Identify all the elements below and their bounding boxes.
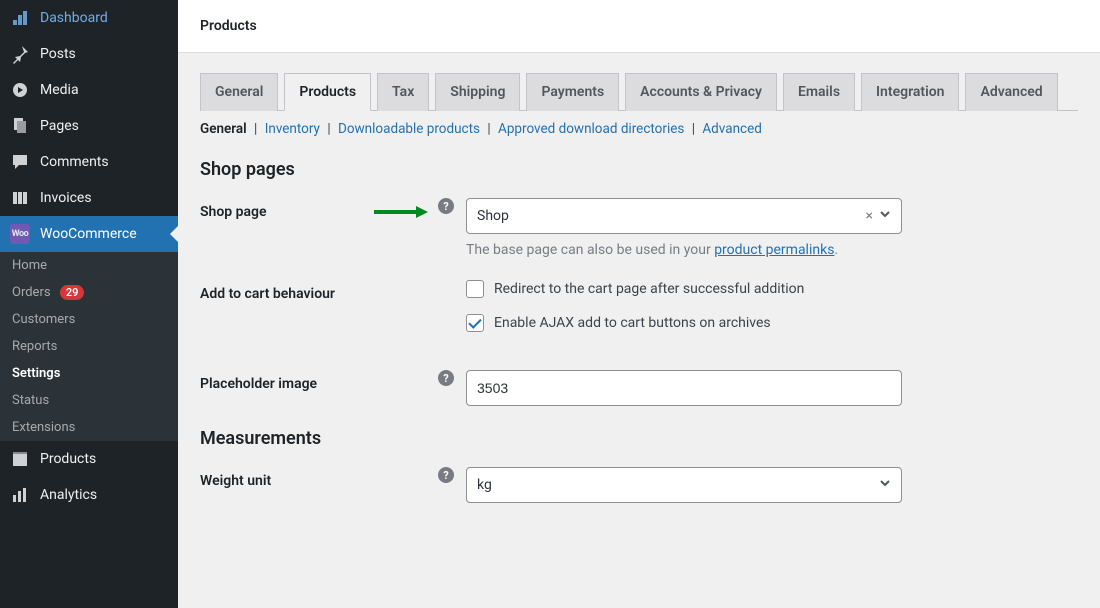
invoice-icon — [10, 188, 30, 208]
sidebar-item-products[interactable]: Products — [0, 441, 178, 477]
sidebar-label: Pages — [40, 118, 79, 134]
sidebar-label: Analytics — [40, 487, 97, 503]
shop-page-hint: The base page can also be used in your p… — [466, 242, 1078, 258]
sidebar-label: Products — [40, 451, 96, 467]
tab-accounts-privacy[interactable]: Accounts & Privacy — [625, 73, 777, 111]
checkbox-ajax-add-to-cart[interactable] — [466, 314, 484, 332]
sidebar-sub-home[interactable]: Home — [0, 252, 178, 279]
sidebar-label: Invoices — [40, 190, 92, 206]
help-icon[interactable]: ? — [438, 467, 454, 483]
label-placeholder-image: Placeholder image — [200, 370, 438, 392]
tab-shipping[interactable]: Shipping — [435, 73, 520, 111]
arrow-callout — [372, 204, 432, 220]
label-add-to-cart: Add to cart behaviour — [200, 280, 438, 302]
placeholder-image-input[interactable] — [466, 370, 902, 406]
select-value: Shop — [477, 208, 509, 224]
comment-icon — [10, 152, 30, 172]
sidebar-sub-reports[interactable]: Reports — [0, 333, 178, 360]
label-shop-page: Shop page — [200, 198, 438, 220]
subtab-inventory[interactable]: Inventory — [265, 121, 320, 137]
section-shop-pages: Shop pages — [200, 159, 1078, 180]
sidebar-sub-orders[interactable]: Orders 29 — [0, 279, 178, 306]
admin-sidebar: Dashboard Posts Media Pages Comments Inv… — [0, 0, 178, 608]
checkbox-label: Redirect to the cart page after successf… — [494, 281, 804, 297]
main-content: Products General Products Tax Shipping P… — [178, 0, 1100, 608]
shop-page-select[interactable]: Shop × — [466, 198, 902, 234]
help-icon[interactable]: ? — [438, 198, 454, 214]
weight-unit-select[interactable]: kg — [466, 467, 902, 503]
sidebar-item-dashboard[interactable]: Dashboard — [0, 0, 178, 36]
subtab-advanced[interactable]: Advanced — [702, 121, 762, 137]
tab-advanced[interactable]: Advanced — [965, 73, 1057, 111]
dashboard-icon — [10, 8, 30, 28]
sidebar-label: Dashboard — [40, 10, 108, 26]
sidebar-item-woocommerce[interactable]: Woo WooCommerce — [0, 216, 178, 252]
sidebar-label: WooCommerce — [40, 226, 137, 242]
checkbox-label: Enable AJAX add to cart buttons on archi… — [494, 315, 771, 331]
analytics-icon — [10, 485, 30, 505]
select-value: kg — [477, 477, 492, 493]
subtab-approved-dirs[interactable]: Approved download directories — [498, 121, 684, 137]
tab-integration[interactable]: Integration — [861, 73, 959, 111]
sidebar-sub-extensions[interactable]: Extensions — [0, 414, 178, 441]
clear-icon[interactable]: × — [866, 208, 873, 224]
tab-general[interactable]: General — [200, 73, 278, 111]
sidebar-item-pages[interactable]: Pages — [0, 108, 178, 144]
sidebar-sub-settings[interactable]: Settings — [0, 360, 178, 387]
sidebar-label: Media — [40, 82, 79, 98]
permalinks-link[interactable]: product permalinks — [714, 242, 834, 258]
section-measurements: Measurements — [200, 428, 1078, 449]
page-title: Products — [200, 18, 1078, 34]
sidebar-item-analytics[interactable]: Analytics — [0, 477, 178, 513]
sidebar-item-media[interactable]: Media — [0, 72, 178, 108]
pages-icon — [10, 116, 30, 136]
sidebar-item-invoices[interactable]: Invoices — [0, 180, 178, 216]
tab-payments[interactable]: Payments — [526, 73, 619, 111]
help-icon[interactable]: ? — [438, 370, 454, 386]
sidebar-label: Posts — [40, 46, 76, 62]
settings-tabs: General Products Tax Shipping Payments A… — [200, 73, 1078, 111]
top-bar: Products — [178, 0, 1100, 53]
products-icon — [10, 449, 30, 469]
tab-emails[interactable]: Emails — [783, 73, 855, 111]
pin-icon — [10, 44, 30, 64]
sidebar-label: Comments — [40, 154, 109, 170]
subtab-general[interactable]: General — [200, 121, 247, 137]
sidebar-item-posts[interactable]: Posts — [0, 36, 178, 72]
tab-products[interactable]: Products — [284, 73, 371, 111]
orders-badge: 29 — [60, 285, 85, 300]
media-icon — [10, 80, 30, 100]
product-subtabs: General | Inventory | Downloadable produ… — [200, 121, 1078, 137]
sidebar-sub-status[interactable]: Status — [0, 387, 178, 414]
checkbox-redirect-cart[interactable] — [466, 280, 484, 298]
woocommerce-icon: Woo — [10, 224, 30, 244]
sidebar-item-comments[interactable]: Comments — [0, 144, 178, 180]
label-weight-unit: Weight unit — [200, 467, 438, 489]
tab-tax[interactable]: Tax — [377, 73, 429, 111]
chevron-down-icon — [879, 477, 891, 493]
sidebar-sub-customers[interactable]: Customers — [0, 306, 178, 333]
subtab-downloadable[interactable]: Downloadable products — [338, 121, 480, 137]
chevron-down-icon — [879, 208, 891, 224]
